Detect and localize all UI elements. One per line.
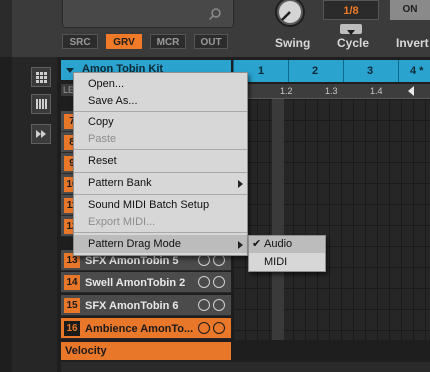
search-icon[interactable] — [208, 7, 222, 21]
power-icon[interactable] — [213, 276, 225, 288]
left-edge — [0, 0, 12, 57]
tab-src[interactable]: SRC — [62, 34, 98, 49]
power-icon[interactable] — [213, 322, 225, 334]
invert-label: Invert — [396, 36, 429, 50]
keyboard-icon — [36, 99, 47, 109]
sound-number: 16 — [64, 321, 80, 336]
pan-knob-icon[interactable] — [198, 322, 210, 334]
cycle-dropdown[interactable] — [340, 24, 362, 35]
menu-item-copy[interactable]: Copy — [88, 116, 114, 128]
pan-knob-icon[interactable] — [198, 299, 210, 311]
menu-item-reset[interactable]: Reset — [88, 155, 117, 167]
checkmark-icon: ✔ — [252, 238, 262, 250]
bar-number: 1 — [258, 65, 265, 77]
bar-divider — [288, 60, 289, 82]
sound-number: 15 — [64, 298, 80, 313]
menu-item-paste: Paste — [88, 133, 117, 145]
velocity-label: Velocity — [65, 345, 107, 357]
grid-highlight-column — [272, 99, 284, 340]
grid-icon — [36, 72, 47, 83]
tab-grv[interactable]: GRV — [106, 34, 142, 49]
power-icon[interactable] — [213, 299, 225, 311]
ruler-tick: 1.3 — [325, 86, 338, 96]
pan-knob-icon[interactable] — [198, 276, 210, 288]
on-button[interactable]: ON — [390, 0, 430, 20]
menu-item-pattern-drag-mode[interactable]: Pattern Drag Mode — [88, 238, 181, 250]
menu-item-sound-midi-batch-setup[interactable]: Sound MIDI Batch Setup — [88, 199, 209, 211]
menu-item-save-as[interactable]: Save As... — [88, 95, 138, 107]
tab-mcr[interactable]: MCR — [150, 34, 186, 49]
menu-separator — [74, 111, 247, 112]
sound-name: Swell AmonTobin 2 — [85, 277, 186, 289]
bar-number: 2 — [312, 65, 319, 77]
menu-separator — [74, 149, 247, 150]
ruler-tick: 1.2 — [280, 86, 293, 96]
sound-name: Ambience AmonTo... — [85, 323, 194, 335]
pattern-grid[interactable] — [233, 99, 430, 340]
sound-name: SFX AmonTobin 6 — [85, 300, 179, 312]
keyboard-view-button[interactable] — [31, 94, 51, 114]
grid-view-button[interactable] — [31, 67, 51, 87]
sound-number: 14 — [64, 275, 80, 290]
sound-name: SFX AmonTobin 5 — [85, 255, 179, 267]
bar-number: 4 * — [410, 65, 424, 77]
submenu-item-midi[interactable]: MIDI — [264, 256, 287, 268]
playhead-marker-icon[interactable] — [407, 86, 415, 96]
menu-item-pattern-bank[interactable]: Pattern Bank — [88, 177, 152, 189]
bar-number: 3 — [367, 65, 374, 77]
swing-knob[interactable] — [273, 0, 307, 30]
submenu-arrow-icon — [238, 180, 243, 188]
bar-divider — [398, 60, 399, 82]
submenu-arrow-icon — [238, 241, 243, 249]
menu-separator — [74, 194, 247, 195]
bottom-strip — [61, 362, 430, 372]
menu-separator — [74, 172, 247, 173]
sidebar-edge — [0, 57, 12, 372]
menu-item-open[interactable]: Open... — [88, 78, 124, 90]
submenu-item-audio[interactable]: Audio — [264, 238, 292, 250]
auto-button[interactable] — [31, 124, 51, 144]
tab-out[interactable]: OUT — [194, 34, 228, 49]
bar-divider — [343, 60, 344, 82]
menu-separator — [74, 232, 247, 233]
ruler-tick: 1.4 — [370, 86, 383, 96]
cycle-label: Cycle — [337, 36, 370, 50]
swing-label: Swing — [275, 36, 311, 50]
menu-item-export-midi: Export MIDI... — [88, 216, 156, 228]
cycle-value[interactable]: 1/8 — [323, 0, 379, 20]
automation-icon — [36, 130, 46, 138]
